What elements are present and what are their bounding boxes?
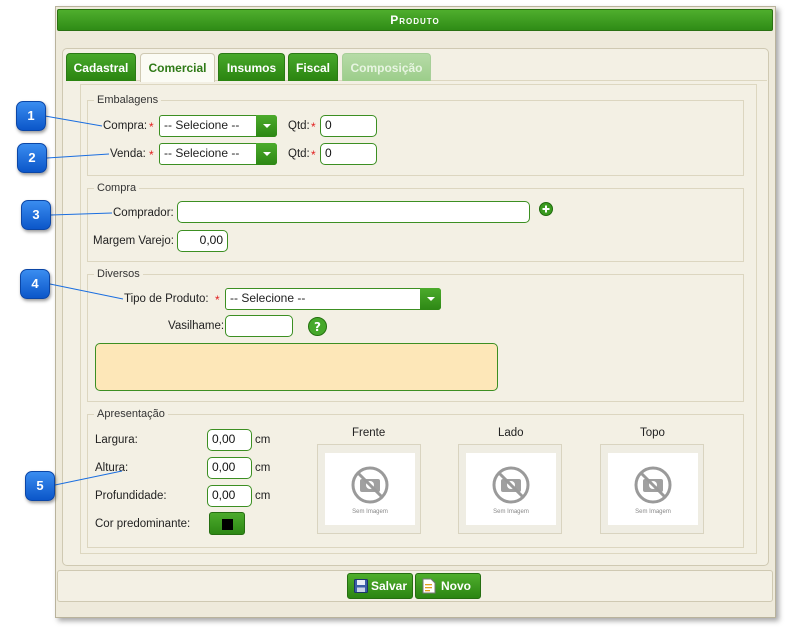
color-swatch — [222, 519, 233, 530]
altura-input[interactable]: 0,00 — [207, 457, 252, 479]
comprador-input[interactable] — [177, 201, 530, 223]
callout-5: 5 — [25, 471, 55, 501]
tab-composicao: Composição — [342, 53, 431, 81]
tipo-produto-select[interactable]: -- Selecione -- — [225, 288, 441, 310]
select-value: -- Selecione -- — [230, 291, 306, 305]
largura-label: Largura: — [95, 434, 138, 446]
compra-legend: Compra — [97, 182, 137, 194]
required-icon: * — [215, 293, 220, 307]
no-image-icon — [351, 466, 389, 504]
frente-title: Frente — [352, 427, 386, 439]
floppy-disk-icon — [354, 579, 368, 593]
select-value: -- Selecione -- — [164, 146, 240, 160]
new-button[interactable]: Novo — [415, 573, 481, 599]
svg-text:?: ? — [314, 320, 321, 334]
comprador-label: Comprador: — [113, 207, 174, 219]
no-image-text: Sem Imagem — [493, 509, 529, 515]
tab-fiscal[interactable]: Fiscal — [288, 53, 338, 81]
no-image-text: Sem Imagem — [635, 509, 671, 515]
venda-label: Venda: — [110, 148, 146, 160]
lado-image-box[interactable]: Sem Imagem — [458, 444, 562, 534]
no-image-icon — [634, 466, 672, 504]
embalagens-legend: Embalagens — [97, 94, 159, 106]
color-picker-button[interactable] — [209, 512, 245, 535]
compra-label: Compra: — [103, 120, 148, 132]
save-button-label: Salvar — [371, 579, 408, 593]
callout-4: 4 — [20, 269, 50, 299]
topo-image-box[interactable]: Sem Imagem — [600, 444, 704, 534]
venda-qtd-input[interactable]: 0 — [320, 143, 377, 165]
altura-unit: cm — [255, 462, 271, 474]
notes-textarea[interactable] — [95, 343, 498, 391]
new-document-icon — [422, 578, 436, 594]
callout-1: 1 — [16, 101, 46, 131]
diversos-legend: Diversos — [97, 268, 140, 280]
save-button[interactable]: Salvar — [347, 573, 413, 599]
tab-comercial[interactable]: Comercial — [140, 53, 215, 82]
largura-input[interactable]: 0,00 — [207, 429, 252, 451]
no-image-text: Sem Imagem — [352, 509, 388, 515]
select-value: -- Selecione -- — [164, 118, 240, 132]
topo-title: Topo — [640, 427, 665, 439]
vasilhame-input[interactable] — [225, 315, 293, 337]
required-icon: * — [149, 148, 154, 162]
altura-label: Altura: — [95, 462, 129, 474]
vasilhame-label: Vasilhame: — [168, 320, 225, 332]
required-icon: * — [149, 120, 154, 134]
tab-insumos[interactable]: Insumos — [218, 53, 285, 81]
required-icon: * — [311, 148, 316, 162]
callout-3: 3 — [21, 200, 51, 230]
window-title: Produto — [57, 9, 773, 31]
apresentacao-legend: Apresentação — [97, 408, 165, 420]
chevron-down-icon[interactable] — [420, 288, 441, 310]
profundidade-input[interactable]: 0,00 — [207, 485, 252, 507]
profundidade-unit: cm — [255, 490, 271, 502]
venda-embalagem-select[interactable]: -- Selecione -- — [159, 143, 277, 165]
cor-predominante-label: Cor predominante: — [95, 518, 191, 530]
add-comprador-icon[interactable] — [539, 202, 553, 216]
required-icon: * — [311, 120, 316, 134]
no-image-icon — [492, 466, 530, 504]
tipo-produto-label: Tipo de Produto: — [124, 293, 209, 305]
new-button-label: Novo — [441, 579, 471, 593]
chevron-down-icon[interactable] — [256, 115, 277, 137]
help-icon[interactable]: ? — [308, 317, 327, 336]
margem-varejo-input[interactable]: 0,00 — [177, 230, 228, 252]
margem-varejo-label: Margem Varejo: — [93, 235, 174, 247]
profundidade-label: Profundidade: — [95, 490, 167, 502]
venda-qtd-label: Qtd: — [288, 148, 310, 160]
chevron-down-icon[interactable] — [256, 143, 277, 165]
tab-cadastral[interactable]: Cadastral — [66, 53, 136, 81]
compra-embalagem-select[interactable]: -- Selecione -- — [159, 115, 277, 137]
lado-title: Lado — [498, 427, 524, 439]
largura-unit: cm — [255, 434, 271, 446]
callout-2: 2 — [17, 143, 47, 173]
compra-qtd-label: Qtd: — [288, 120, 310, 132]
compra-qtd-input[interactable]: 0 — [320, 115, 377, 137]
frente-image-box[interactable]: Sem Imagem — [317, 444, 421, 534]
